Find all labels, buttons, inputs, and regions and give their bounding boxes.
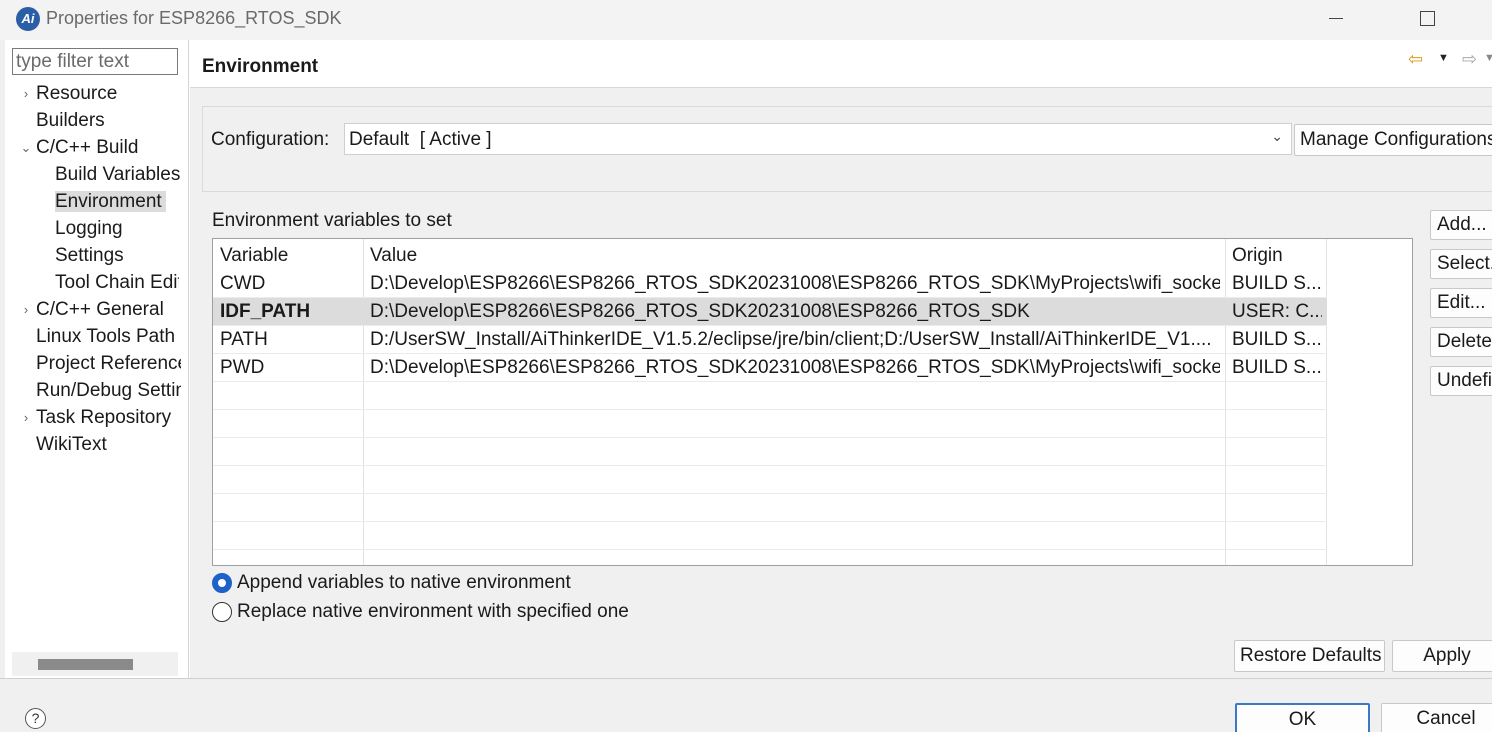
cell-value: D:\Develop\ESP8266\ESP8266_RTOS_SDK20231…	[370, 301, 1030, 322]
restore-defaults-button[interactable]: Restore Defaults	[1234, 640, 1385, 672]
title-bar: Ai Properties for ESP8266_RTOS_SDK	[0, 0, 1492, 40]
radio-checked-icon[interactable]	[212, 573, 232, 593]
chevron-right-icon[interactable]: ›	[19, 81, 33, 107]
column-header-value[interactable]: Value	[370, 245, 417, 267]
tree-item-task-repository[interactable]: › Task Repository	[19, 405, 189, 431]
cell-variable: PATH	[220, 329, 268, 350]
cell-origin: USER: C...	[1232, 301, 1322, 322]
sidebar: › Resource Builders ⌄ C/C++ Build Build …	[5, 40, 189, 678]
radio-unchecked-icon[interactable]	[212, 602, 232, 622]
minimize-icon[interactable]	[1329, 18, 1343, 19]
delete-button[interactable]: Delete	[1430, 327, 1492, 357]
page-title: Environment	[202, 56, 319, 77]
cancel-button[interactable]: Cancel	[1381, 703, 1492, 732]
sidebar-horizontal-scrollbar[interactable]	[12, 652, 178, 676]
chevron-right-icon[interactable]: ›	[19, 405, 33, 431]
configuration-value: Default [ Active ]	[349, 129, 492, 150]
chevron-right-icon[interactable]: ›	[19, 297, 33, 323]
empty-row	[213, 438, 1327, 466]
table-row[interactable]: PWD D:\Develop\ESP8266\ESP8266_RTOS_SDK2…	[213, 354, 1327, 382]
cell-origin: BUILD S...	[1232, 329, 1322, 350]
cell-value: D:/UserSW_Install/AiThinkerIDE_V1.5.2/ec…	[370, 329, 1212, 350]
chevron-down-icon[interactable]: ⌄	[19, 135, 33, 161]
tree-item-project-references[interactable]: Project References	[36, 351, 181, 377]
cell-value: D:\Develop\ESP8266\ESP8266_RTOS_SDK20231…	[370, 273, 1220, 294]
select-button[interactable]: Select...	[1430, 249, 1492, 279]
table-row[interactable]: IDF_PATH D:\Develop\ESP8266\ESP8266_RTOS…	[213, 298, 1327, 326]
add-button[interactable]: Add...	[1430, 210, 1492, 240]
page-header: Environment ⇦ ▼ ⇨ ▼	[190, 40, 1492, 88]
tree-item-cpp-general[interactable]: › C/C++ General	[19, 297, 189, 323]
tree-item-cpp-build[interactable]: ⌄ C/C++ Build	[19, 135, 189, 161]
manage-configurations-button[interactable]: Manage Configurations...	[1294, 124, 1492, 156]
empty-row	[213, 494, 1327, 522]
cell-variable: CWD	[220, 273, 266, 294]
tree-item-resource[interactable]: › Resource	[19, 81, 189, 107]
empty-row	[213, 410, 1327, 438]
main-panel: Environment ⇦ ▼ ⇨ ▼ Configuration: Defau…	[190, 40, 1492, 678]
cell-origin: BUILD S...	[1232, 357, 1322, 378]
tree-item-linux-tools-path[interactable]: Linux Tools Path	[36, 324, 186, 350]
tree-item-logging[interactable]: Logging	[55, 216, 189, 242]
tree-item-run-debug-settings[interactable]: Run/Debug Settings	[36, 378, 181, 404]
configuration-select[interactable]: Default [ Active ] ⌄	[344, 123, 1292, 155]
column-header-variable[interactable]: Variable	[220, 245, 288, 267]
undefine-button[interactable]: Undefine	[1430, 366, 1492, 396]
scrollbar-thumb[interactable]	[38, 659, 133, 670]
cell-value: D:\Develop\ESP8266\ESP8266_RTOS_SDK20231…	[370, 357, 1220, 378]
maximize-icon[interactable]	[1420, 11, 1435, 26]
table-row[interactable]: PATH D:/UserSW_Install/AiThinkerIDE_V1.5…	[213, 326, 1327, 354]
cell-variable: IDF_PATH	[220, 301, 311, 322]
empty-row	[213, 382, 1327, 410]
empty-row	[213, 522, 1327, 550]
forward-menu-dropdown-icon[interactable]: ▼	[1484, 52, 1492, 64]
radio-label: Replace native environment with specifie…	[237, 601, 629, 622]
filter-input[interactable]	[12, 48, 178, 75]
ok-button[interactable]: OK	[1235, 703, 1370, 732]
tree-item-builders[interactable]: Builders	[36, 108, 189, 134]
dialog-footer: ? OK Cancel	[0, 678, 1492, 732]
back-arrow-icon[interactable]: ⇦	[1408, 49, 1423, 70]
edit-button[interactable]: Edit...	[1430, 288, 1492, 318]
app-logo-icon: Ai	[16, 7, 40, 31]
tree-item-wikitext[interactable]: WikiText	[36, 432, 186, 458]
tree-item-settings[interactable]: Settings	[55, 243, 189, 269]
env-variables-label: Environment variables to set	[212, 210, 452, 231]
tree-item-build-variables[interactable]: Build Variables	[55, 162, 181, 188]
cell-variable: PWD	[220, 357, 265, 378]
chevron-down-icon: ⌄	[1271, 128, 1283, 144]
apply-button[interactable]: Apply	[1392, 640, 1492, 672]
window-title: Properties for ESP8266_RTOS_SDK	[46, 8, 342, 28]
table-row[interactable]: CWD D:\Develop\ESP8266\ESP8266_RTOS_SDK2…	[213, 270, 1327, 298]
radio-label: Append variables to native environment	[237, 572, 571, 593]
environment-table[interactable]: Variable Value Origin CWD D:\Develop\ESP…	[212, 238, 1413, 566]
help-icon[interactable]: ?	[25, 708, 46, 729]
configuration-label: Configuration:	[211, 129, 330, 150]
forward-arrow-icon[interactable]: ⇨	[1462, 49, 1477, 70]
column-header-origin[interactable]: Origin	[1232, 245, 1283, 267]
tree-item-environment[interactable]: Environment	[55, 189, 189, 215]
tree-item-tool-chain-editor[interactable]: Tool Chain Editor	[55, 270, 179, 296]
back-menu-dropdown-icon[interactable]: ▼	[1438, 52, 1449, 64]
empty-row	[213, 466, 1327, 494]
cell-origin: BUILD S...	[1232, 273, 1322, 294]
